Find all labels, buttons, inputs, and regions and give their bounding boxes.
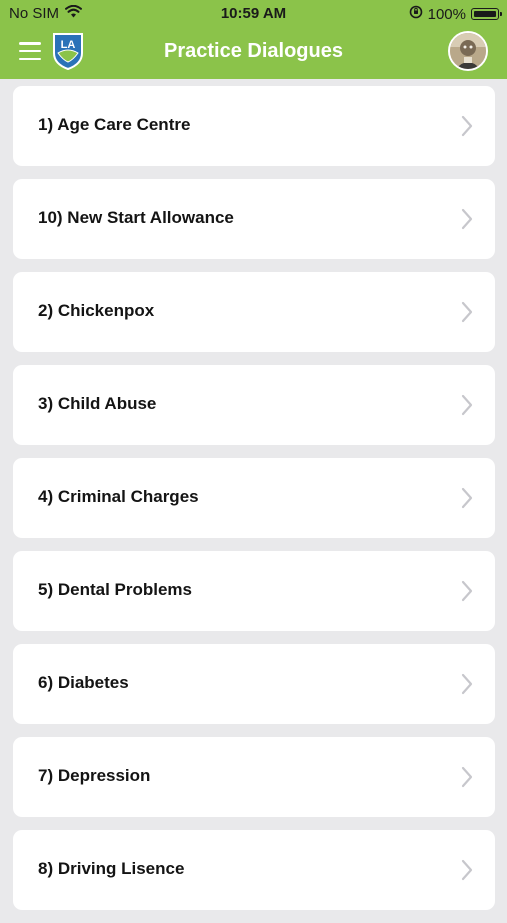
header-bar: No SIM 10:59 AM 100% LA Practice Dialogu… [0, 0, 507, 79]
list-item-label: 3) Child Abuse [38, 394, 157, 413]
status-right: 100% [409, 5, 502, 23]
list-item[interactable]: 2) Chickenpox [13, 272, 495, 352]
chevron-right-icon [461, 115, 473, 137]
orientation-lock-icon [409, 5, 423, 23]
list-item-label: 4) Criminal Charges [38, 487, 199, 506]
chevron-right-icon [461, 673, 473, 695]
battery-percent: 100% [427, 5, 466, 23]
list-item[interactable]: 10) New Start Allowance [13, 179, 495, 259]
battery-icon [471, 8, 502, 20]
chevron-right-icon [461, 208, 473, 230]
chevron-right-icon [461, 859, 473, 881]
list-item-label: 2) Chickenpox [38, 301, 155, 320]
list-item-label: 7) Depression [38, 766, 151, 785]
list-item[interactable]: 3) Child Abuse [13, 365, 495, 445]
nav-bar: LA Practice Dialogues [0, 28, 507, 79]
chevron-right-icon [461, 580, 473, 602]
list-item[interactable]: 6) Diabetes [13, 644, 495, 724]
list-item-label: 1) Age Care Centre [38, 115, 191, 134]
list-item[interactable]: 7) Depression [13, 737, 495, 817]
list-item-label: 6) Diabetes [38, 673, 129, 692]
page-title: Practice Dialogues [164, 40, 343, 62]
list-item[interactable]: 8) Driving Lisence [13, 830, 495, 910]
list-item-label: 10) New Start Allowance [38, 208, 234, 227]
chevron-right-icon [461, 301, 473, 323]
status-bar: No SIM 10:59 AM 100% [0, 0, 507, 28]
list-item[interactable]: 5) Dental Problems [13, 551, 495, 631]
list-item[interactable]: 1) Age Care Centre [13, 86, 495, 166]
chevron-right-icon [461, 487, 473, 509]
dialogue-list: 1) Age Care Centre 10) New Start Allowanc… [13, 86, 495, 923]
chevron-right-icon [461, 394, 473, 416]
list-item-label: 5) Dental Problems [38, 580, 192, 599]
list-item[interactable]: 4) Criminal Charges [13, 458, 495, 538]
chevron-right-icon [461, 766, 473, 788]
list-item-label: 8) Driving Lisence [38, 859, 185, 878]
avatar[interactable] [448, 31, 488, 71]
